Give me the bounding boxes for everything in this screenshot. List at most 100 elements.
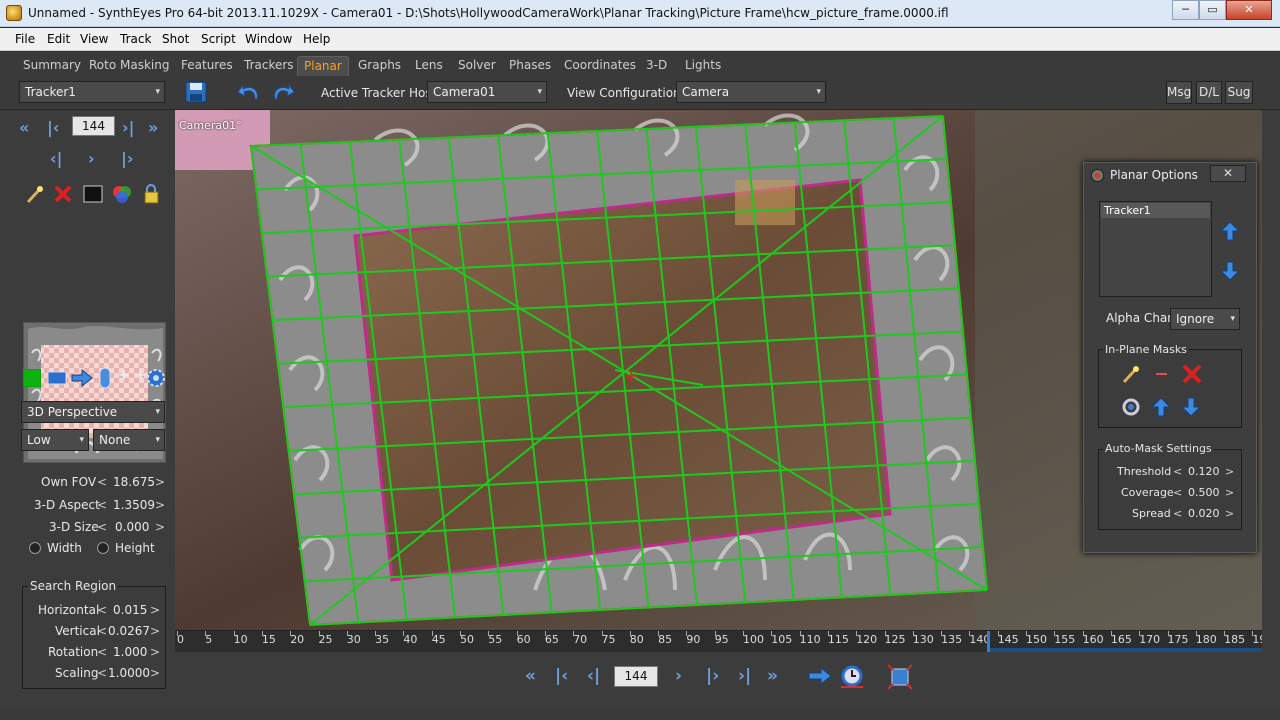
active-host-dropdown[interactable]: Camera01 ▾: [427, 81, 547, 103]
scaling-decrement[interactable]: <: [97, 666, 107, 680]
maximize-button[interactable]: ▭: [1199, 0, 1226, 20]
tab-lens[interactable]: Lens: [409, 56, 449, 76]
dl-button[interactable]: D/L: [1196, 81, 1222, 104]
rewind-start-icon[interactable]: «: [525, 666, 536, 686]
move-up-arrow-icon[interactable]: [1219, 220, 1241, 242]
vertical-decrement[interactable]: <: [97, 624, 107, 638]
frame-number-input[interactable]: 144: [72, 116, 115, 136]
menu-window[interactable]: Window: [245, 32, 292, 46]
menu-track[interactable]: Track: [120, 32, 151, 46]
menu-script[interactable]: Script: [201, 32, 236, 46]
step-back-icon[interactable]: ‹|: [50, 149, 62, 168]
tab-graphs[interactable]: Graphs: [352, 56, 407, 76]
rotation-decrement[interactable]: <: [97, 645, 107, 659]
size-decrement[interactable]: <: [97, 520, 107, 534]
rotation-increment[interactable]: >: [150, 645, 160, 659]
spread-decrement[interactable]: <: [1173, 507, 1182, 520]
tab-roto-masking[interactable]: Roto Masking: [83, 56, 175, 76]
next-key-icon[interactable]: ›|: [122, 118, 134, 137]
delete-icon[interactable]: [52, 183, 74, 205]
size-value[interactable]: 0.000: [115, 520, 149, 534]
previous-key-icon[interactable]: |‹: [555, 666, 568, 686]
close-button[interactable]: ✕: [1226, 0, 1272, 20]
perspective-mode-dropdown[interactable]: 3D Perspective ▾: [21, 401, 165, 423]
arrow-right-icon[interactable]: [70, 367, 94, 389]
own-fov-decrement[interactable]: <: [97, 475, 107, 489]
threshold-increment[interactable]: >: [1225, 465, 1234, 478]
horizontal-value[interactable]: 0.015: [113, 603, 147, 617]
clock-icon[interactable]: [839, 664, 865, 690]
step-forward-icon[interactable]: |›: [121, 149, 133, 168]
previous-key-icon[interactable]: |‹: [47, 118, 59, 137]
aspect-decrement[interactable]: <: [97, 498, 107, 512]
lock-icon[interactable]: [141, 183, 165, 205]
jump-arrow-icon[interactable]: [807, 665, 833, 687]
filter-dropdown[interactable]: None ▾: [93, 429, 165, 451]
coverage-value[interactable]: 0.500: [1188, 486, 1220, 499]
bottom-frame-input[interactable]: 144: [614, 666, 658, 687]
spread-increment[interactable]: >: [1225, 507, 1234, 520]
height-radio[interactable]: [97, 542, 109, 554]
own-fov-value[interactable]: 18.675: [113, 475, 155, 489]
threshold-value[interactable]: 0.120: [1188, 465, 1220, 478]
menu-shot[interactable]: Shot: [162, 32, 189, 46]
tab-features[interactable]: Features: [175, 56, 239, 76]
gear-icon[interactable]: [145, 367, 167, 389]
black-square-icon[interactable]: [82, 183, 104, 205]
menu-edit[interactable]: Edit: [47, 32, 70, 46]
step-back-icon[interactable]: ‹|: [587, 666, 600, 686]
magic-wand-icon[interactable]: [24, 183, 46, 205]
tab-planar[interactable]: Planar: [297, 56, 349, 76]
forward-end-icon[interactable]: »: [148, 118, 158, 137]
rectangle-mask-icon[interactable]: [46, 368, 68, 388]
own-fov-increment[interactable]: >: [155, 475, 165, 489]
capsule-icon[interactable]: [97, 366, 113, 390]
play-icon[interactable]: ›: [88, 149, 95, 168]
horizontal-decrement[interactable]: <: [97, 603, 107, 617]
list-item[interactable]: Tracker1: [1101, 203, 1210, 218]
tab-phases[interactable]: Phases: [503, 56, 557, 76]
step-forward-icon[interactable]: |›: [706, 666, 719, 686]
spread-value[interactable]: 0.020: [1188, 507, 1220, 520]
horizontal-increment[interactable]: >: [150, 603, 160, 617]
coverage-increment[interactable]: >: [1225, 486, 1234, 499]
threshold-decrement[interactable]: <: [1173, 465, 1182, 478]
mask-down-arrow-icon[interactable]: [1180, 396, 1202, 418]
menu-view[interactable]: View: [80, 32, 108, 46]
menu-help[interactable]: Help: [303, 32, 330, 46]
tab-solver[interactable]: Solver: [452, 56, 502, 76]
color-channels-icon[interactable]: [111, 183, 133, 205]
tab-summary[interactable]: Summary: [17, 56, 87, 76]
menu-file[interactable]: File: [15, 32, 35, 46]
quality-dropdown[interactable]: Low ▾: [21, 429, 89, 451]
msg-button[interactable]: Msg: [1166, 81, 1192, 104]
width-radio[interactable]: [29, 542, 41, 554]
green-color-swatch[interactable]: [23, 369, 41, 387]
aspect-increment[interactable]: >: [155, 498, 165, 512]
lasso-icon[interactable]: [1120, 396, 1142, 418]
rotation-value[interactable]: 1.000: [113, 645, 147, 659]
mask-up-arrow-icon[interactable]: [1150, 396, 1172, 418]
timeline-ruler[interactable]: 0 5 10 15 20 25 30 35 40 45 50 55 60 65 70 75 80 85 90 95 10…: [175, 630, 1271, 652]
aspect-value[interactable]: 1.3509: [113, 498, 155, 512]
magic-wand-icon[interactable]: [1120, 363, 1142, 385]
alpha-channel-dropdown[interactable]: Ignore ▾: [1170, 308, 1240, 330]
coverage-decrement[interactable]: <: [1173, 486, 1182, 499]
tab-lights[interactable]: Lights: [679, 56, 727, 76]
planar-close-button[interactable]: ✕: [1210, 165, 1246, 182]
tracker-dropdown[interactable]: Tracker1 ▾: [19, 81, 165, 103]
add-points-icon[interactable]: + +: [118, 367, 146, 383]
tab-coordinates[interactable]: Coordinates: [558, 56, 642, 76]
save-icon[interactable]: [185, 81, 207, 103]
minimize-button[interactable]: ─: [1172, 0, 1199, 20]
sug-button[interactable]: Sug: [1225, 81, 1253, 104]
move-down-arrow-icon[interactable]: [1219, 260, 1241, 282]
tab-trackers[interactable]: Trackers: [238, 56, 300, 76]
fit-view-icon[interactable]: [887, 664, 913, 690]
rewind-start-icon[interactable]: «: [19, 118, 29, 137]
vertical-increment[interactable]: >: [150, 624, 160, 638]
redo-icon[interactable]: [269, 81, 295, 103]
forward-end-icon[interactable]: »: [767, 666, 778, 686]
scaling-increment[interactable]: >: [150, 666, 160, 680]
planar-tracker-list[interactable]: Tracker1: [1099, 201, 1212, 297]
